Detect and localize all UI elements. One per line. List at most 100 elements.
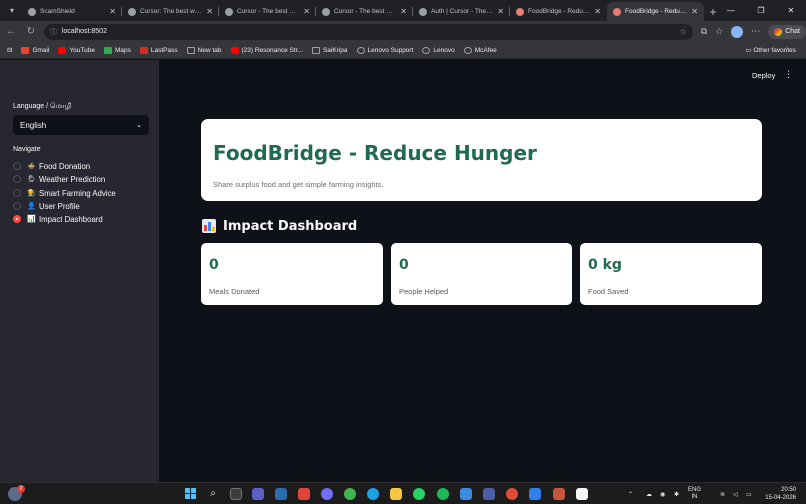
close-icon[interactable]: ✕ — [400, 7, 407, 16]
maps-icon — [103, 46, 112, 54]
app-icon[interactable] — [529, 488, 541, 500]
close-icon[interactable]: ✕ — [109, 7, 116, 16]
food-icon: 🍲 — [27, 163, 36, 170]
close-icon[interactable]: ✕ — [691, 7, 698, 16]
store-icon[interactable] — [275, 488, 287, 500]
close-icon[interactable]: ✕ — [303, 7, 310, 16]
site-info-icon[interactable]: ⓘ — [50, 27, 57, 37]
edge-icon[interactable] — [367, 488, 379, 500]
profile-avatar[interactable] — [731, 25, 744, 38]
minimize-icon[interactable]: — — [716, 0, 746, 21]
tab-title: ScamShield — [40, 8, 75, 15]
close-icon[interactable]: ✕ — [206, 7, 213, 16]
close-icon[interactable]: ✕ — [594, 7, 601, 16]
language-indicator[interactable]: ENG IN — [688, 483, 701, 504]
whatsapp-icon[interactable] — [413, 488, 425, 500]
teams-icon[interactable] — [252, 488, 264, 500]
app-icon[interactable] — [460, 488, 472, 500]
back-icon[interactable]: ← — [2, 23, 20, 41]
app-icon[interactable] — [483, 488, 495, 500]
close-icon[interactable]: ✕ — [497, 7, 504, 16]
app-icon[interactable] — [321, 488, 333, 500]
search-icon[interactable]: ⌕ — [207, 488, 219, 500]
metric-label: People Helped — [399, 287, 449, 296]
bookmark-lenovo-support[interactable]: Lenovo Support — [356, 46, 413, 54]
bookmark-label: New tab — [197, 46, 222, 54]
browser-tab[interactable]: Cursor - The best way to code ✕ — [316, 2, 413, 21]
close-window-icon[interactable]: ✕ — [776, 0, 806, 21]
metric-card-people: 0 People Helped — [391, 243, 572, 305]
windows-start-icon[interactable] — [185, 488, 196, 499]
radio-button[interactable] — [13, 189, 21, 197]
battery-icon[interactable]: ▭ — [746, 483, 752, 504]
cloud-icon[interactable]: ☁ — [646, 483, 652, 504]
app-icon[interactable] — [576, 488, 588, 500]
tab-search-icon[interactable]: ▾ — [6, 4, 18, 16]
bookmark-label: Lenovo — [433, 46, 455, 54]
main-menu-icon[interactable]: ⋮ — [784, 69, 793, 80]
bookmark-maps[interactable]: Maps — [103, 46, 131, 54]
nav-option-weather-prediction[interactable]: 🌦 Weather Prediction — [13, 173, 105, 185]
navigate-label: Navigate — [13, 146, 41, 153]
file-explorer-icon[interactable] — [390, 488, 402, 500]
wifi-icon[interactable]: ≋ — [720, 483, 725, 504]
browser-tab[interactable]: Cursor: The best way to code ✕ — [122, 2, 219, 21]
bookmark-lenovo[interactable]: Lenovo — [422, 46, 455, 54]
favorites-icon[interactable]: ☆ — [715, 26, 723, 37]
language-select[interactable]: English ⌄ — [13, 115, 149, 135]
system-clock[interactable]: 20:50 15-04-2026 — [765, 486, 796, 502]
nav-option-label: Impact Dashboard — [39, 214, 103, 224]
app-icon[interactable] — [553, 488, 565, 500]
browser-tab-active[interactable]: FoodBridge - Reduce Hunger ✕ — [607, 2, 704, 21]
nav-option-impact-dashboard[interactable]: 📊 Impact Dashboard — [13, 213, 103, 225]
lastpass-app-icon[interactable] — [298, 488, 310, 500]
metric-card-food: 0 kg Food Saved — [580, 243, 762, 305]
radio-button-selected[interactable] — [13, 215, 21, 223]
more-icon[interactable]: ⋯ — [751, 26, 760, 37]
nav-option-label: Weather Prediction — [39, 174, 106, 184]
nav-option-food-donation[interactable]: 🍲 Food Donation — [13, 160, 90, 172]
spotify-icon[interactable] — [437, 488, 449, 500]
radio-button[interactable] — [13, 202, 21, 210]
chrome-icon[interactable] — [506, 488, 518, 500]
other-favorites[interactable]: ▭ Other favorites — [745, 46, 796, 54]
radio-button[interactable] — [13, 162, 21, 170]
bookmark-lastpass[interactable]: LastPass — [139, 46, 178, 54]
nav-option-smart-farming[interactable]: 👨‍🌾 Smart Farming Advice — [13, 187, 116, 199]
radio-button[interactable] — [13, 175, 21, 183]
tray-app-icon[interactable]: ◉ — [660, 483, 665, 504]
tray-overflow-icon[interactable]: ⌃ — [628, 483, 633, 504]
reload-icon[interactable]: ↻ — [22, 23, 40, 41]
browser-tab[interactable]: Auth | Cursor - The best way ✕ — [413, 2, 510, 21]
dashboard-title: Impact Dashboard — [223, 218, 358, 234]
chat-button[interactable]: Chat — [768, 24, 806, 39]
screen: ▾ ScamShield ✕ Cursor: The best way to c… — [0, 0, 806, 504]
bookmark-saikripa[interactable]: SaiKripa — [311, 46, 348, 54]
bookmark-mcafee[interactable]: McAfee — [463, 46, 497, 54]
nav-option-user-profile[interactable]: 👤 User Profile — [13, 200, 80, 212]
address-bar[interactable]: ⓘ localhost:8502 ☆ — [43, 23, 693, 40]
app-icon[interactable] — [344, 488, 356, 500]
bookmark-new-tab[interactable]: New tab — [186, 46, 222, 54]
lang-line2: IN — [691, 494, 698, 500]
bookmark-gmail[interactable]: Gmail — [21, 46, 49, 54]
browser-tab-strip: ▾ ScamShield ✕ Cursor: The best way to c… — [0, 0, 806, 21]
browser-tab[interactable]: FoodBridge - Reduce Hunger ✕ — [510, 2, 607, 21]
window-controls: — ❐ ✕ — [716, 0, 806, 21]
bookmark-resonance[interactable]: (23) Resonance Str... — [230, 46, 303, 54]
browser-tab[interactable]: Cursor - The best way to code ✕ — [219, 2, 316, 21]
task-view-icon[interactable] — [230, 488, 242, 500]
restore-icon[interactable]: ❐ — [746, 0, 776, 21]
tab-favicon-icon — [516, 7, 524, 16]
user-icon: 👤 — [27, 203, 36, 210]
volume-icon[interactable]: ◁ — [733, 483, 738, 504]
bookmark-youtube[interactable]: YouTube — [58, 46, 95, 54]
bluetooth-icon[interactable]: ✱ — [674, 483, 679, 504]
tab-favicon-icon — [28, 7, 36, 16]
extensions-icon[interactable]: ⧉ — [701, 26, 707, 37]
star-icon[interactable]: ☆ — [680, 27, 687, 36]
tab-title: Cursor: The best way to code — [140, 8, 202, 15]
browser-tab[interactable]: ScamShield ✕ — [22, 2, 122, 21]
deploy-button[interactable]: Deploy — [752, 71, 775, 80]
bookmarks-apps-icon[interactable]: ⊟ — [7, 46, 12, 54]
